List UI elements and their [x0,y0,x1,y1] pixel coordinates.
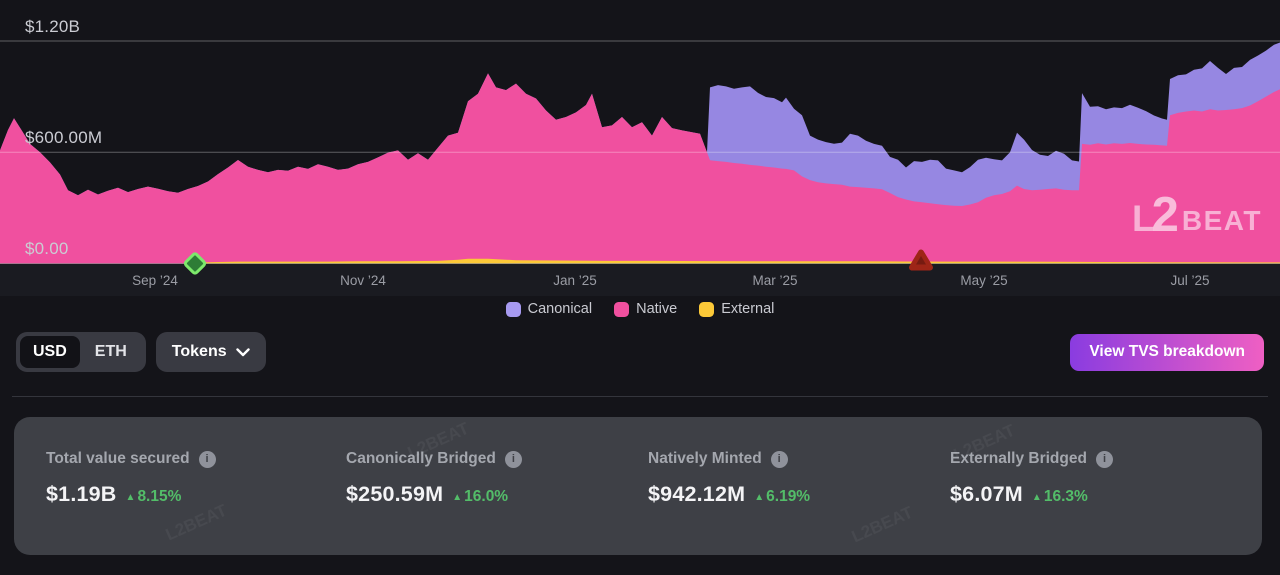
l2beat-logo: L ♥2 BEAT [1132,194,1262,237]
up-arrow-icon: ▲ [452,492,462,503]
l2beat-logo-beat: BEAT [1182,207,1262,235]
usd-toggle-button[interactable]: USD [20,336,80,368]
tvs-stats-panel: L2BEAT L2BEAT L2BEAT L2BEAT Total value … [14,417,1262,555]
x-tick-label: Jan ’25 [530,273,620,288]
tvs-dashboard: $1.20B $600.00M $0.00 Sep ’24 Nov ’24 Ja… [0,0,1280,575]
stat-label: Natively Minted [648,450,762,468]
legend-item-external[interactable]: External [699,301,774,317]
x-tick-label: Jul ’25 [1145,273,1235,288]
tvs-chart-canvas[interactable] [0,0,1280,296]
stat-value: $1.19B [46,482,117,507]
stat-change: ▲6.19% [754,488,810,506]
x-tick-label: Mar ’25 [730,273,820,288]
y-tick-label: $600.00M [25,128,102,148]
legend-item-native[interactable]: Native [614,301,677,317]
legend-label: External [721,301,774,317]
stat-label: Canonically Bridged [346,450,496,468]
stat-card-externally-bridged: Externally Bridged i $6.07M ▲16.3% [950,450,1262,555]
up-arrow-icon: ▲ [754,492,764,503]
section-divider [12,396,1268,397]
view-tvs-breakdown-button[interactable]: View TVS breakdown [1070,334,1264,371]
stat-card-natively-minted: Natively Minted i $942.12M ▲6.19% [648,450,950,555]
currency-toggle: USD ETH [16,332,146,372]
info-icon[interactable]: i [199,451,216,468]
stat-label: Externally Bridged [950,450,1087,468]
eth-toggle-button[interactable]: ETH [80,336,142,368]
info-icon[interactable]: i [771,451,788,468]
stat-label: Total value secured [46,450,190,468]
info-icon[interactable]: i [1096,451,1113,468]
stat-value: $250.59M [346,482,443,507]
x-tick-label: Nov ’24 [318,273,408,288]
native-swatch-icon [614,302,629,317]
stat-value: $942.12M [648,482,745,507]
up-arrow-icon: ▲ [1032,492,1042,503]
stat-value: $6.07M [950,482,1023,507]
chart-legend: Canonical Native External [0,301,1280,317]
tokens-dropdown-label: Tokens [172,343,227,361]
x-tick-label: Sep ’24 [110,273,200,288]
legend-label: Native [636,301,677,317]
y-tick-label: $0.00 [25,239,69,259]
stat-card-total-value-secured: Total value secured i $1.19B ▲8.15% [46,450,346,555]
external-swatch-icon [699,302,714,317]
chevron-down-icon [236,348,250,357]
chart-controls: USD ETH Tokens View TVS breakdown [16,332,1264,372]
legend-item-canonical[interactable]: Canonical [506,301,593,317]
stat-card-canonically-bridged: Canonically Bridged i $250.59M ▲16.0% [346,450,648,555]
tvs-chart[interactable]: $1.20B $600.00M $0.00 Sep ’24 Nov ’24 Ja… [0,0,1280,296]
info-icon[interactable]: i [505,451,522,468]
tokens-dropdown[interactable]: Tokens [156,332,266,372]
stat-change: ▲16.0% [452,488,508,506]
canonical-swatch-icon [506,302,521,317]
stat-change: ▲8.15% [126,488,182,506]
x-tick-label: May ’25 [939,273,1029,288]
legend-label: Canonical [528,301,593,317]
up-arrow-icon: ▲ [126,492,136,503]
y-tick-label: $1.20B [25,17,80,37]
stat-change: ▲16.3% [1032,488,1088,506]
l2beat-logo-2: ♥2 [1152,194,1179,237]
